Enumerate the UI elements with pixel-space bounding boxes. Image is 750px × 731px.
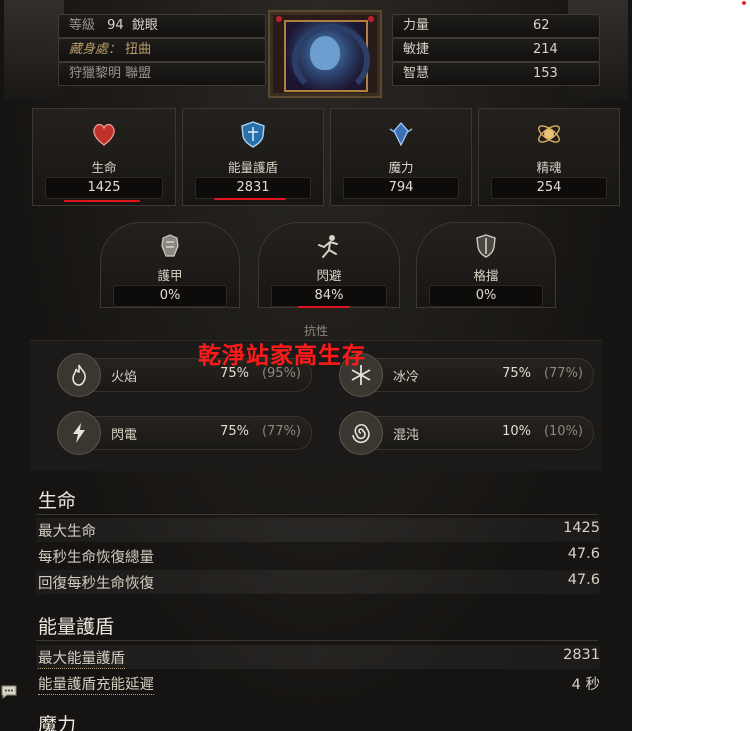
stat-label: 閃避 [316,268,342,283]
section-title-mana: 魔力 [38,714,77,731]
attr-value: 62 [533,18,550,33]
attr-strength: 力量 62 [392,14,600,38]
resistance-label: 冰冷 [393,370,420,385]
stat-label: 護甲 [157,268,183,283]
resistance-value: 10% [502,424,531,439]
resistance-label: 混沌 [393,428,420,443]
stat-row-max-life[interactable]: 最大生命 1425 [36,518,600,542]
attr-label: 敏捷 [403,42,430,57]
level-box: 等級 94 銳眼 [58,14,266,38]
stat-label: 精魂 [536,160,562,175]
corner-marker [742,1,746,5]
resistance-lightning[interactable]: 閃電 75% (77%) [57,411,312,455]
portrait-image [284,20,370,96]
stat-row-label: 最大生命 [38,524,96,540]
section-title-life: 生命 [38,490,77,512]
attr-intelligence: 智慧 153 [392,62,600,86]
stat-card-energy-shield[interactable]: 能量護盾 2831 [182,108,324,206]
stat-row-life-regen-total[interactable]: 每秒生命恢復總量 47.6 [36,544,600,568]
stat-label: 生命 [91,160,117,175]
stat-card-armour[interactable]: 護甲 0% [100,222,240,308]
stat-card-evasion[interactable]: 閃避 84% [258,222,400,308]
es-underline-annotation [214,198,286,200]
stat-value: 2831 [195,177,311,199]
stat-row-value: 47.6 [567,546,600,562]
chaos-icon [339,411,383,455]
stat-label: 能量護盾 [227,160,278,175]
portrait-gem [368,16,374,22]
evasion-icon [312,229,346,263]
resistance-value: 75% [502,366,531,381]
mana-icon [384,117,418,151]
resistance-chaos[interactable]: 混沌 10% (10%) [339,411,594,455]
stat-value: 0% [429,285,543,307]
stat-card-spirit[interactable]: 精魂 254 [478,108,620,206]
section-divider [36,640,598,641]
stat-row-value: 47.6 [567,572,600,588]
character-panel: 等級 94 銳眼 藏身處： 扭曲 狩獵黎明 聯盟 力量 62 敏捷 214 智慧… [0,0,632,731]
resistance-value: 75% [220,424,249,439]
spirit-icon [532,117,566,151]
evasion-underline-annotation [298,306,350,308]
stat-row-value: 1425 [563,520,600,536]
stat-row-es-recharge-delay[interactable]: 能量護盾充能延遲 4 秒 [36,671,600,695]
level-value: 94 [107,18,124,33]
stat-value: 0% [113,285,227,307]
attr-label: 力量 [403,18,430,33]
stat-row-life-regen[interactable]: 回復每秒生命恢復 47.6 [36,570,600,594]
stat-row-label: 回復每秒生命恢復 [38,576,154,592]
level-label: 等級 [69,18,96,33]
stat-row-max-es[interactable]: 最大能量護盾 2831 [36,645,600,669]
stash-value: 扭曲 [125,42,152,57]
league-label: 狩獵黎明 聯盟 [69,66,152,81]
resistance-label: 閃電 [111,428,138,443]
left-statue-decoration [4,0,64,100]
stash-box[interactable]: 藏身處： 扭曲 [58,38,266,62]
stat-row-label: 每秒生命恢復總量 [38,550,154,566]
overlay-annotation-text: 乾淨站家高生存 [198,343,366,369]
league-box: 狩獵黎明 聯盟 [58,62,266,86]
stat-value: 794 [343,177,459,199]
stat-value: 1425 [45,177,163,199]
block-icon [469,229,503,263]
chat-bubble-icon[interactable] [0,684,18,700]
portrait-gem [276,16,282,22]
attr-value: 153 [533,66,558,81]
fire-icon [57,353,101,397]
character-portrait [268,10,382,98]
stat-card-block[interactable]: 格擋 0% [416,222,556,308]
stat-row-value: 2831 [563,647,600,663]
stat-row-label: 能量護盾充能延遲 [38,673,154,695]
section-divider [36,514,598,515]
resistance-label: 火焰 [111,370,138,385]
class-name: 銳眼 [131,18,158,33]
resistance-max: (77%) [543,366,583,381]
stat-label: 格擋 [473,268,499,283]
stat-card-mana[interactable]: 魔力 794 [330,108,472,206]
attr-label: 智慧 [403,66,430,81]
stat-row-value: 4 秒 [571,677,600,693]
stash-label: 藏身處： [69,42,122,57]
resistance-cold[interactable]: 冰冷 75% (77%) [339,353,594,397]
shield-icon [236,117,270,151]
portrait-face [310,36,340,70]
attr-dexterity: 敏捷 214 [392,38,600,62]
section-title-energy-shield: 能量護盾 [38,616,115,638]
armour-icon [153,229,187,263]
resistance-max: (10%) [543,424,583,439]
stat-row-label: 最大能量護盾 [38,647,125,669]
stat-value: 254 [491,177,607,199]
heart-icon [87,117,121,151]
stat-label: 魔力 [388,160,414,175]
life-underline-annotation [64,200,140,202]
stat-value: 84% [271,285,387,307]
lightning-icon [57,411,101,455]
resistance-max: (77%) [261,424,301,439]
stat-card-life[interactable]: 生命 1425 [32,108,176,206]
attr-value: 214 [533,42,558,57]
